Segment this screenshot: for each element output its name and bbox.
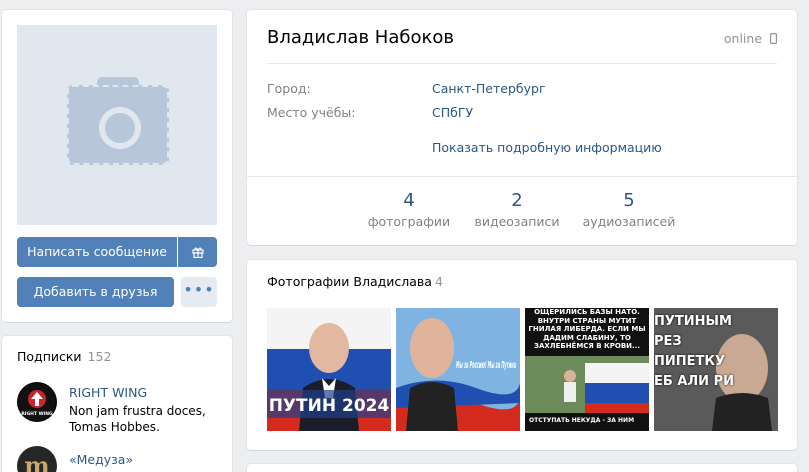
page-title: Владислав Набоков [267,27,454,48]
gift-icon [191,247,204,259]
right-wing-logo-icon: RIGHT WING [18,383,56,421]
svg-text:Мы за Россию! Мы за Путина: Мы за Россию! Мы за Путина [456,360,516,371]
profile-info-card: Владислав Набоков online Город: Санкт-Пе… [247,10,797,245]
svg-text:RIGHT WING: RIGHT WING [21,411,53,417]
photo-thumbnail[interactable]: ПУТИН 2024 [267,308,391,431]
city-label: Город: [267,81,311,96]
subscription-desc: Non jam frustra doces, Tomas Hobbes. [69,404,206,434]
photo-thumbnail[interactable]: Мы за Россию! Мы за Путина [396,308,520,431]
add-friend-button[interactable]: Добавить в друзья [17,277,174,307]
subscriptions-title[interactable]: Подписки 152 [17,349,111,364]
svg-text:ПУТИН 2024: ПУТИН 2024 [269,396,390,416]
meduza-logo-icon: m [24,451,50,472]
photo-thumbnail[interactable]: ПУТИНЫМ РЕЗ ПИПЕТКУ ЕБ АЛИ РИ [654,308,778,431]
counter-photos[interactable]: 4 фотографии [354,190,464,232]
gift-button[interactable] [178,237,217,267]
divider [267,63,777,64]
photos-card: Фотографии Владислава 4 ПУТИН 2024 Мы за … [247,260,797,450]
svg-text:ОТСТУПАТЬ НЕКУДА - ЗА НИМ: ОТСТУПАТЬ НЕКУДА - ЗА НИМ [529,417,634,424]
avatar[interactable] [17,25,217,225]
counter-videos[interactable]: 2 видеозаписи [462,190,572,232]
more-actions-button[interactable]: ••• [181,277,217,307]
counter-audio[interactable]: 5 аудиозаписей [574,190,684,232]
study-label: Место учёбы: [267,105,356,120]
subscription-name[interactable]: «Медуза» [69,452,133,467]
show-details-link[interactable]: Показать подробную информацию [432,140,662,155]
send-message-button[interactable]: Написать сообщение [17,237,177,267]
divider [247,176,797,177]
photo-thumbnail[interactable]: ОЩЕРИЛИСЬ БАЗЫ НАТО. ВНУТРИ СТРАНЫ МУТИТ… [525,308,649,431]
photos-title[interactable]: Фотографии Владислава 4 [267,274,443,289]
wall-card [247,464,797,472]
camera-icon [67,85,169,165]
subscription-avatar[interactable]: m [17,446,57,472]
subscriptions-card: Подписки 152 RIGHT WING RIGHT WING Non ja… [2,336,232,472]
subscriptions-count: 152 [87,349,112,364]
city-link[interactable]: Санкт-Петербург [432,81,546,96]
photos-count: 4 [434,274,443,289]
subscription-avatar[interactable]: RIGHT WING [17,382,57,422]
profile-sidebar-card: Написать сообщение Добавить в друзья ••• [2,10,232,322]
subscription-name[interactable]: RIGHT WING [69,385,147,400]
study-link[interactable]: СПбГУ [432,105,473,120]
online-status: online [724,31,778,46]
mobile-icon [770,33,778,45]
